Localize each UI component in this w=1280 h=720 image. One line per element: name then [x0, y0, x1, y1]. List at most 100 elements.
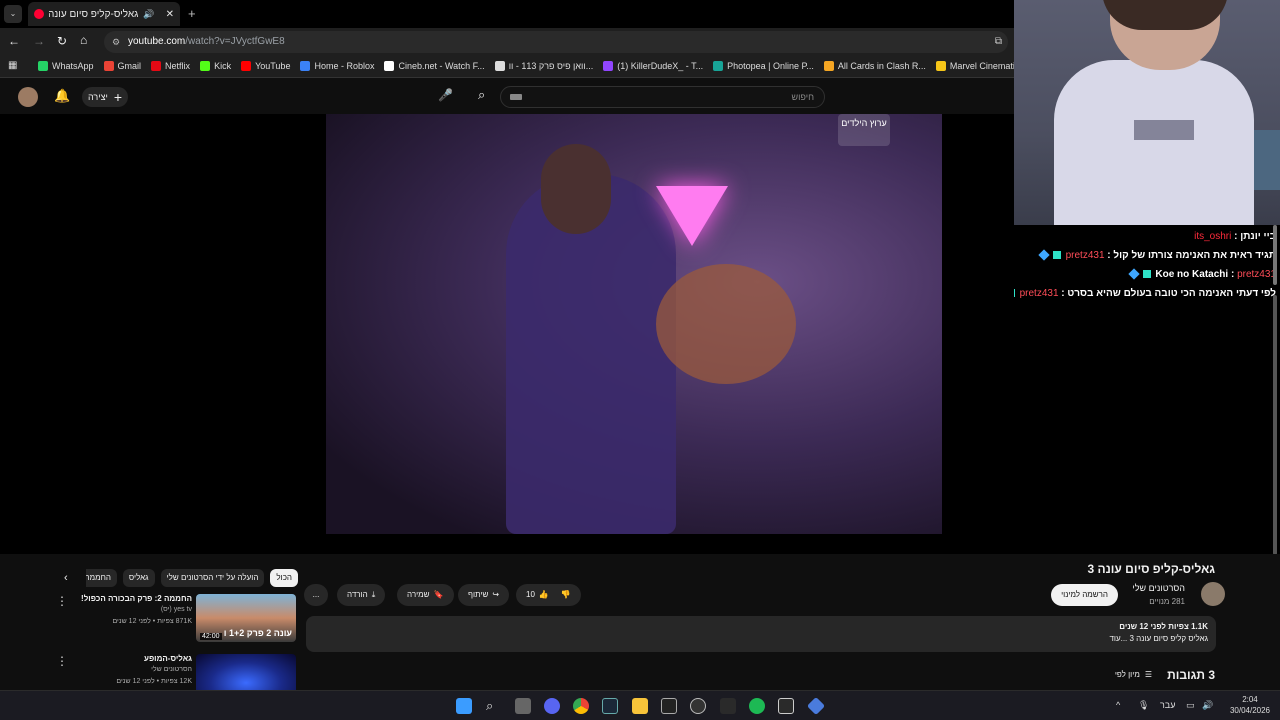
file-explorer-icon[interactable] — [632, 698, 648, 714]
video-player[interactable]: ערוץ הילדים — [0, 114, 1014, 554]
back-icon[interactable]: ← — [8, 34, 20, 48]
clock[interactable]: 2:04 30/04/2026 — [1230, 694, 1270, 716]
app-icon[interactable] — [690, 698, 706, 714]
chat-message: Koe no Katachi : pretz431 — [1014, 265, 1280, 284]
more-actions-button[interactable]: ... — [304, 584, 328, 606]
chip-item[interactable]: גאליס — [122, 569, 155, 587]
chrome-icon[interactable] — [573, 698, 589, 714]
app-icon[interactable] — [720, 698, 736, 714]
chip-item[interactable]: החממה — [86, 569, 117, 587]
browser-tab-active[interactable]: גאליס-קליפ סיום עונה 3 🔊 ✕ — [28, 2, 180, 26]
chips-scroll-left-icon[interactable]: ‹ — [64, 572, 68, 584]
chip-item[interactable]: הכול — [270, 569, 298, 587]
more-options-icon[interactable]: ⋮ — [56, 594, 68, 608]
share-button[interactable]: שיתוף ↪ — [458, 584, 510, 606]
apps-grid-icon[interactable]: ▦ — [8, 60, 17, 71]
watch-below-section: גאליס-קליפ סיום עונה 3 הסרטונים שלי 281 … — [0, 554, 1280, 702]
tab-list-button[interactable]: ⌄ — [4, 5, 22, 23]
bookmark-favicon-icon — [823, 61, 834, 71]
site-info-icon[interactable]: ⚙ — [112, 31, 120, 53]
steam-icon[interactable] — [602, 698, 618, 714]
recommendation-item[interactable]: עונה 2 פרק 1+2 ו 42:00 החממה 2: פרק הבכו… — [56, 594, 300, 644]
spotify-icon[interactable] — [749, 698, 765, 714]
bookmark-item[interactable]: Photopea | Online P... — [713, 61, 814, 71]
page-scrollbar[interactable] — [1273, 295, 1277, 555]
download-button[interactable]: הורדה ⤓ — [337, 584, 386, 606]
plus-icon: + — [113, 89, 123, 105]
bookmark-favicon-icon — [103, 61, 114, 71]
volume-icon[interactable]: 🔊 — [1202, 700, 1213, 711]
share-label: שיתוף — [468, 590, 489, 599]
bookmark-item[interactable]: YouTube — [241, 61, 290, 71]
install-app-icon[interactable]: ⧉ — [995, 31, 1002, 53]
bookmark-item[interactable]: Home - Roblox — [300, 61, 374, 71]
dislike-button[interactable]: 👎 — [561, 584, 571, 606]
sort-comments-button[interactable]: ☰ מיון לפי — [1115, 670, 1152, 679]
bookmark-label: Netflix — [165, 61, 191, 71]
new-tab-icon[interactable]: + — [188, 6, 196, 21]
taskbar-search-icon[interactable]: ⌕ — [486, 698, 502, 714]
subscriber-count: 281 מנויים — [1149, 597, 1185, 606]
url-bar[interactable]: ⚙ youtube.com/watch?v=JVyctfGwE8 ⧉ — [104, 31, 1008, 53]
reload-icon[interactable]: ↻ — [57, 34, 67, 48]
bookmark-item[interactable]: All Cards in Clash R... — [823, 61, 926, 71]
like-button[interactable]: 10 👍 — [526, 584, 549, 606]
bookmark-item[interactable]: וואן פיס פרק 113 - וו... — [494, 61, 593, 71]
search-icon[interactable]: ⌕ — [478, 87, 485, 103]
thumbnail-text: עונה 2 פרק 1+2 ו — [223, 628, 292, 638]
chat-text: Koe no Katachi : — [1155, 269, 1235, 280]
discord-icon[interactable] — [544, 698, 560, 714]
search-input[interactable]: חיפוש — [500, 86, 825, 108]
bookmark-label: All Cards in Clash R... — [837, 61, 926, 71]
chat-scrollbar[interactable] — [1273, 225, 1277, 285]
bookmark-item[interactable]: Kick — [200, 61, 231, 71]
bookmark-item[interactable]: Netflix — [151, 61, 190, 71]
bookmark-item[interactable]: WhatsApp — [38, 61, 94, 71]
forward-icon[interactable]: → — [33, 34, 45, 48]
bookmark-favicon-icon — [38, 61, 48, 71]
keyboard-icon[interactable] — [510, 94, 522, 100]
epic-games-icon[interactable] — [778, 698, 794, 714]
recommendation-thumbnail[interactable]: עונה 2 פרק 1+2 ו 42:00 — [196, 594, 296, 642]
tab-close-icon[interactable]: ✕ — [166, 9, 174, 20]
more-options-icon[interactable]: ⋮ — [56, 654, 68, 668]
bookmark-item[interactable]: Cineb.net - Watch F... — [384, 61, 485, 71]
chat-text: ביי יונתן : — [1234, 231, 1276, 242]
video-title: גאליס-קליפ סיום עונה 3 — [1087, 562, 1216, 576]
bookmark-list: WhatsApp Gmail Netflix Kick YouTube Home - Ro… — [38, 61, 1085, 73]
account-avatar[interactable] — [18, 87, 38, 107]
description-meta: 1.1K צפיות לפני 12 שנים — [1119, 622, 1208, 631]
app-icon[interactable] — [806, 696, 826, 716]
chat-username: pretz431 — [1237, 269, 1276, 280]
home-icon[interactable]: ⌂ — [80, 33, 87, 47]
microphone-icon[interactable]: 🎙 — [1138, 700, 1149, 711]
task-view-icon[interactable] — [515, 698, 531, 714]
audio-icon[interactable]: 🔊 — [143, 9, 154, 20]
language-indicator[interactable]: עבר — [1160, 700, 1175, 710]
browser-tab-bar: ⌄ גאליס-קליפ סיום עונה 3 🔊 ✕ + — [0, 0, 1014, 28]
channel-avatar[interactable] — [1201, 582, 1225, 606]
voice-search-icon[interactable]: 🎤 — [438, 88, 453, 102]
notifications-bell-icon[interactable]: 🔔 — [54, 88, 70, 104]
chat-badge-icon — [1038, 249, 1050, 262]
subscribe-button[interactable]: הרשמה למינוי — [1051, 584, 1118, 606]
bookmark-label: Home - Roblox — [314, 61, 375, 71]
bookmark-item[interactable]: (1) KillerDudeX_ - T... — [603, 61, 703, 71]
windows-start-icon[interactable] — [456, 698, 472, 714]
epic-app-icon[interactable] — [661, 698, 677, 714]
tray-chevron-icon[interactable]: ^ — [1116, 700, 1120, 710]
url-path: /watch?v=JVyctfGwE8 — [185, 36, 285, 47]
network-icon[interactable]: ▭ — [1186, 700, 1195, 711]
video-disc — [656, 264, 796, 384]
clock-time: 2:04 — [1242, 695, 1258, 704]
bookmark-icon: 🔖 — [433, 590, 444, 599]
save-button[interactable]: שמירה 🔖 — [397, 584, 454, 606]
recommendation-title: גאליס-המופע — [144, 654, 192, 663]
chat-text: לפי דעתי האנימה הכי טובה בעולם שהיא בסרט… — [1061, 288, 1276, 299]
create-button[interactable]: יצירה + — [82, 87, 129, 107]
channel-name[interactable]: הסרטונים שלי — [1132, 583, 1185, 593]
description-box[interactable]: 1.1K צפיות לפני 12 שנים גאליס קליפ סיום … — [306, 616, 1216, 652]
like-count: 10 — [526, 590, 535, 599]
bookmark-item[interactable]: Gmail — [103, 61, 141, 71]
chip-item[interactable]: הועלה על ידי הסרטונים שלי — [160, 569, 265, 587]
